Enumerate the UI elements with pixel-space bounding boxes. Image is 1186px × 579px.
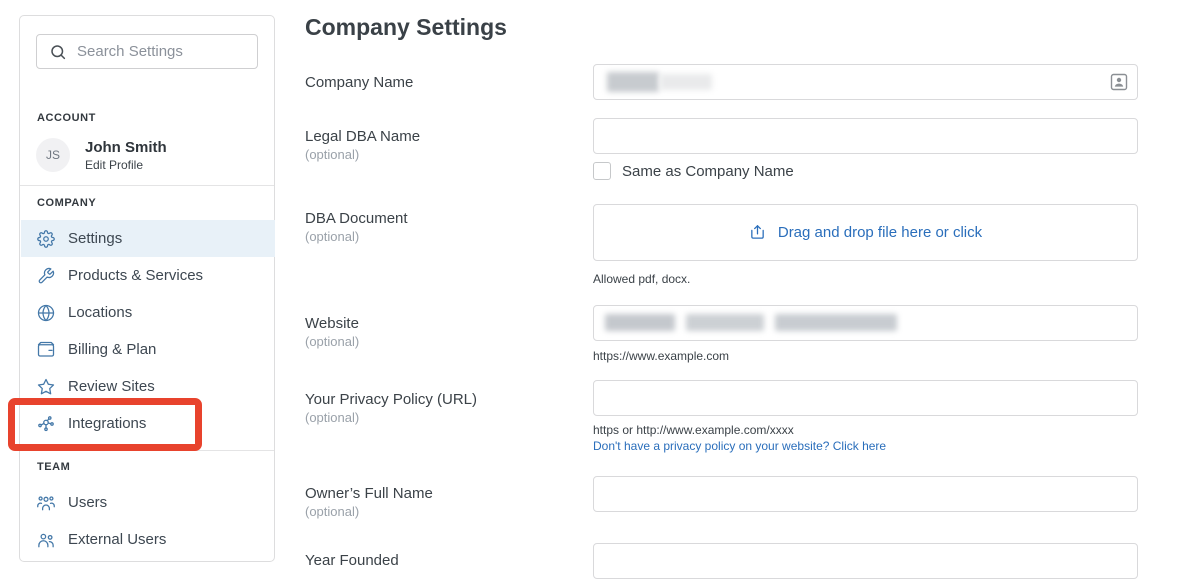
account-name: John Smith bbox=[85, 138, 167, 158]
sidebar-item-products-services[interactable]: Products & Services bbox=[21, 257, 275, 294]
sidebar-item-label: Review Sites bbox=[68, 378, 155, 395]
sidebar-item-label: Billing & Plan bbox=[68, 341, 156, 358]
privacy-policy-label: Your Privacy Policy (URL) bbox=[305, 391, 477, 408]
owner-name-label: Owner’s Full Name bbox=[305, 485, 433, 502]
sidebar-item-label: Users bbox=[68, 494, 107, 511]
autofill-contact-icon[interactable] bbox=[1110, 73, 1128, 91]
company-name-label: Company Name bbox=[305, 74, 413, 91]
upload-icon bbox=[749, 224, 766, 241]
account-section-label: ACCOUNT bbox=[37, 112, 96, 124]
year-founded-input[interactable] bbox=[593, 543, 1138, 579]
search-icon bbox=[49, 43, 67, 61]
users-icon bbox=[37, 494, 55, 512]
same-as-company-label: Same as Company Name bbox=[622, 163, 794, 180]
gear-icon bbox=[37, 230, 55, 248]
redacted-website-value bbox=[605, 314, 675, 331]
company-section-label: COMPANY bbox=[37, 197, 96, 209]
team-section-label: TEAM bbox=[37, 461, 70, 473]
sidebar-item-external-users[interactable]: External Users bbox=[21, 521, 275, 558]
globe-icon bbox=[37, 304, 55, 322]
search-input[interactable] bbox=[77, 43, 237, 60]
edit-profile-link[interactable]: Edit Profile bbox=[85, 158, 167, 172]
settings-sidebar: ACCOUNT JS John Smith Edit Profile COMPA… bbox=[19, 15, 275, 562]
sidebar-item-billing-plan[interactable]: Billing & Plan bbox=[21, 331, 275, 368]
search-settings-box[interactable] bbox=[36, 34, 258, 69]
external-users-icon bbox=[37, 531, 55, 549]
redacted-company-name-value bbox=[660, 74, 712, 90]
website-optional: (optional) bbox=[305, 334, 359, 349]
dba-document-label: DBA Document bbox=[305, 210, 408, 227]
privacy-policy-link[interactable]: Don't have a privacy policy on your webs… bbox=[593, 439, 886, 453]
redacted-website-value bbox=[686, 314, 764, 331]
sidebar-item-locations[interactable]: Locations bbox=[21, 294, 275, 331]
sidebar-item-label: Products & Services bbox=[68, 267, 203, 284]
divider bbox=[20, 185, 274, 186]
redacted-website-value bbox=[775, 314, 897, 331]
dropzone-text: Drag and drop file here or click bbox=[778, 224, 982, 241]
dba-document-optional: (optional) bbox=[305, 229, 359, 244]
tools-icon bbox=[37, 267, 55, 285]
sidebar-item-label: Locations bbox=[68, 304, 132, 321]
year-founded-label: Year Founded bbox=[305, 552, 399, 569]
sidebar-item-label: External Users bbox=[68, 531, 166, 548]
owner-name-input[interactable] bbox=[593, 476, 1138, 512]
same-as-company-row: Same as Company Name bbox=[593, 162, 794, 180]
same-as-company-checkbox[interactable] bbox=[593, 162, 611, 180]
dba-document-dropzone[interactable]: Drag and drop file here or click bbox=[593, 204, 1138, 261]
star-icon bbox=[37, 378, 55, 396]
account-profile-item[interactable]: JS John Smith Edit Profile bbox=[36, 124, 260, 186]
avatar: JS bbox=[36, 138, 70, 172]
legal-dba-label: Legal DBA Name bbox=[305, 128, 420, 145]
redacted-company-name-value bbox=[607, 72, 659, 92]
privacy-policy-optional: (optional) bbox=[305, 410, 359, 425]
privacy-policy-input[interactable] bbox=[593, 380, 1138, 416]
sidebar-item-settings[interactable]: Settings bbox=[21, 220, 275, 257]
website-label: Website bbox=[305, 315, 359, 332]
annotation-highlight-box bbox=[8, 398, 202, 451]
privacy-policy-helper: https or http://www.example.com/xxxx bbox=[593, 423, 794, 437]
legal-dba-input[interactable] bbox=[593, 118, 1138, 154]
legal-dba-optional: (optional) bbox=[305, 147, 359, 162]
website-helper: https://www.example.com bbox=[593, 349, 729, 363]
sidebar-item-users[interactable]: Users bbox=[21, 484, 275, 521]
billing-card-icon bbox=[37, 341, 55, 359]
owner-name-optional: (optional) bbox=[305, 504, 359, 519]
dba-allowed-text: Allowed pdf, docx. bbox=[593, 272, 690, 286]
page-title: Company Settings bbox=[305, 14, 507, 41]
sidebar-item-label: Settings bbox=[68, 230, 122, 247]
